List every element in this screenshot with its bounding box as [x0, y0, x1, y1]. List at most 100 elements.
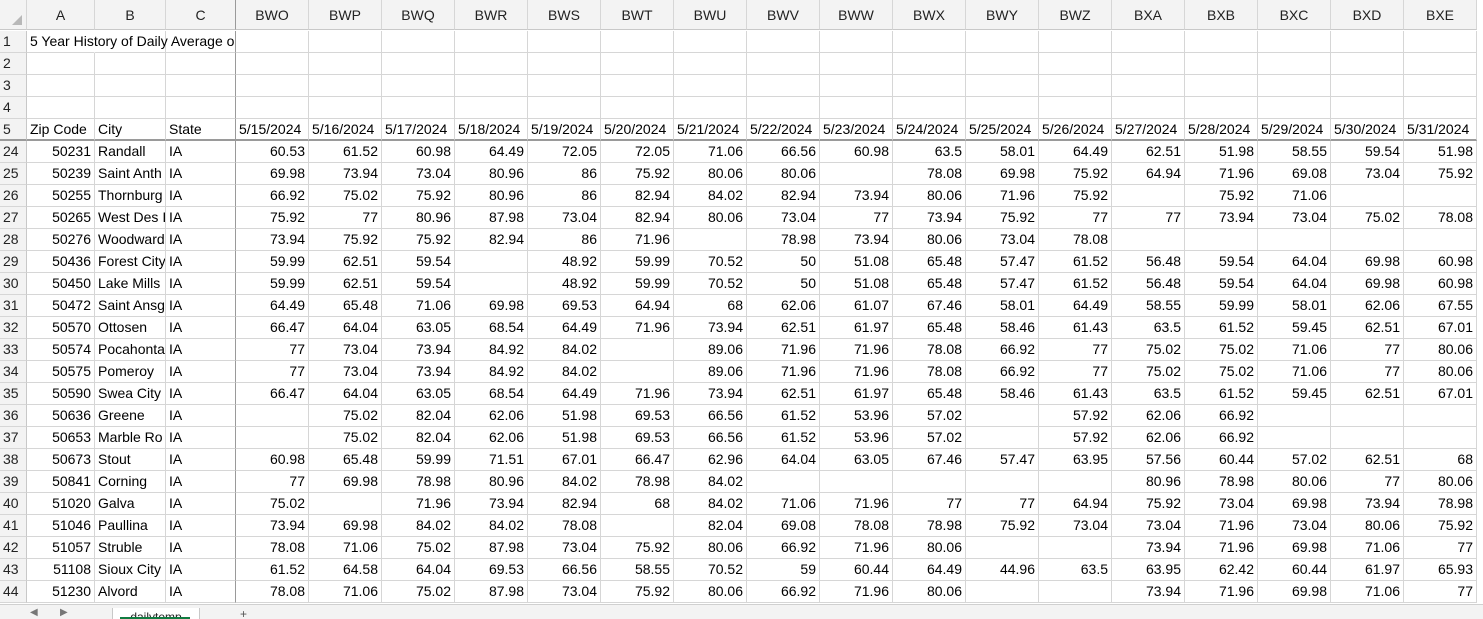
cell-bxa-41[interactable]: 73.04	[1112, 515, 1185, 537]
cell-bwt-3[interactable]	[601, 75, 674, 97]
cell-bww-40[interactable]: 71.96	[820, 493, 893, 515]
cell-bwz-5[interactable]: 5/26/2024	[1039, 119, 1112, 141]
cell-bxe-41[interactable]: 75.92	[1404, 515, 1477, 537]
column-header-bwq[interactable]: BWQ	[382, 0, 455, 30]
cell-bxd-26[interactable]	[1331, 185, 1404, 207]
cell-bxa-34[interactable]: 75.02	[1112, 361, 1185, 383]
cell-bwv-40[interactable]: 71.06	[747, 493, 820, 515]
cell-bws-1[interactable]	[528, 31, 601, 53]
cell-bwz-31[interactable]: 64.49	[1039, 295, 1112, 317]
cell-bww-42[interactable]: 71.96	[820, 537, 893, 559]
cell-bwp-33[interactable]: 73.04	[309, 339, 382, 361]
cell-bwr-3[interactable]	[455, 75, 528, 97]
cell-bwt-41[interactable]	[601, 515, 674, 537]
row-header[interactable]: 4	[0, 97, 27, 119]
cell-bwy-39[interactable]	[966, 471, 1039, 493]
cell-bxa-35[interactable]: 63.5	[1112, 383, 1185, 405]
cell-bwr-26[interactable]: 80.96	[455, 185, 528, 207]
cell-a-28[interactable]: 50276	[27, 229, 95, 251]
cell-bwr-34[interactable]: 84.92	[455, 361, 528, 383]
cell-bwz-25[interactable]: 75.92	[1039, 163, 1112, 185]
cell-bxc-44[interactable]: 69.98	[1258, 581, 1331, 603]
cell-bxb-25[interactable]: 71.96	[1185, 163, 1258, 185]
cell-bxa-29[interactable]: 56.48	[1112, 251, 1185, 273]
tab-scroll-right-icon[interactable]: ▶	[60, 607, 68, 618]
cell-bxc-25[interactable]: 69.08	[1258, 163, 1331, 185]
cell-bwo-33[interactable]: 77	[236, 339, 309, 361]
cell-bwu-40[interactable]: 84.02	[674, 493, 747, 515]
cell-bwv-32[interactable]: 62.51	[747, 317, 820, 339]
cell-bwv-30[interactable]: 50	[747, 273, 820, 295]
cell-bxa-42[interactable]: 73.94	[1112, 537, 1185, 559]
cell-bwx-34[interactable]: 78.08	[893, 361, 966, 383]
cell-bxe-3[interactable]	[1404, 75, 1477, 97]
cell-bws-43[interactable]: 66.56	[528, 559, 601, 581]
cell-c-31[interactable]: IA	[166, 295, 236, 317]
cell-bwv-24[interactable]: 66.56	[747, 141, 820, 163]
cell-bxa-30[interactable]: 56.48	[1112, 273, 1185, 295]
cell-bww-27[interactable]: 77	[820, 207, 893, 229]
cell-bwt-38[interactable]: 66.47	[601, 449, 674, 471]
cell-a-27[interactable]: 50265	[27, 207, 95, 229]
cell-bwt-31[interactable]: 64.94	[601, 295, 674, 317]
cell-bwq-26[interactable]: 75.92	[382, 185, 455, 207]
cell-bws-30[interactable]: 48.92	[528, 273, 601, 295]
cell-bww-4[interactable]	[820, 97, 893, 119]
cell-bwo-4[interactable]	[236, 97, 309, 119]
cell-bxa-1[interactable]	[1112, 31, 1185, 53]
cell-a-41[interactable]: 51046	[27, 515, 95, 537]
column-header-bxd[interactable]: BXD	[1331, 0, 1404, 30]
cell-bwu-26[interactable]: 84.02	[674, 185, 747, 207]
cell-bxc-27[interactable]: 73.04	[1258, 207, 1331, 229]
cell-bwp-5[interactable]: 5/16/2024	[309, 119, 382, 141]
cell-bwv-27[interactable]: 73.04	[747, 207, 820, 229]
cell-c-36[interactable]: IA	[166, 405, 236, 427]
cell-b-39[interactable]: Corning	[95, 471, 166, 493]
cell-bwy-33[interactable]: 66.92	[966, 339, 1039, 361]
cell-bwy-25[interactable]: 69.98	[966, 163, 1039, 185]
cell-bwy-28[interactable]: 73.04	[966, 229, 1039, 251]
cell-bxb-33[interactable]: 75.02	[1185, 339, 1258, 361]
cell-b-38[interactable]: Stout	[95, 449, 166, 471]
cell-bxe-27[interactable]: 78.08	[1404, 207, 1477, 229]
cell-bws-36[interactable]: 51.98	[528, 405, 601, 427]
cell-bxd-42[interactable]: 71.06	[1331, 537, 1404, 559]
cell-bwx-43[interactable]: 64.49	[893, 559, 966, 581]
cell-bww-5[interactable]: 5/23/2024	[820, 119, 893, 141]
row-header[interactable]: 5	[0, 119, 27, 141]
cell-bxe-2[interactable]	[1404, 53, 1477, 75]
cell-bwt-35[interactable]: 71.96	[601, 383, 674, 405]
cell-bwp-24[interactable]: 61.52	[309, 141, 382, 163]
column-header-b[interactable]: B	[95, 0, 166, 30]
cell-b-32[interactable]: Ottosen	[95, 317, 166, 339]
row-header[interactable]: 28	[0, 229, 27, 251]
cell-bwv-43[interactable]: 59	[747, 559, 820, 581]
cell-bwo-32[interactable]: 66.47	[236, 317, 309, 339]
cell-bws-29[interactable]: 48.92	[528, 251, 601, 273]
cell-c-26[interactable]: IA	[166, 185, 236, 207]
cell-bxb-24[interactable]: 51.98	[1185, 141, 1258, 163]
cell-bwp-43[interactable]: 64.58	[309, 559, 382, 581]
cell-c-43[interactable]: IA	[166, 559, 236, 581]
cell-bxa-26[interactable]	[1112, 185, 1185, 207]
cell-b-2[interactable]	[95, 53, 166, 75]
cell-bxd-38[interactable]: 62.51	[1331, 449, 1404, 471]
cell-b-43[interactable]: Sioux City	[95, 559, 166, 581]
cell-bww-43[interactable]: 60.44	[820, 559, 893, 581]
cell-bwp-41[interactable]: 69.98	[309, 515, 382, 537]
cell-bwr-32[interactable]: 68.54	[455, 317, 528, 339]
cell-bwz-29[interactable]: 61.52	[1039, 251, 1112, 273]
cell-bwp-34[interactable]: 73.04	[309, 361, 382, 383]
cell-bwz-24[interactable]: 64.49	[1039, 141, 1112, 163]
cell-bwx-24[interactable]: 63.5	[893, 141, 966, 163]
cell-bxb-42[interactable]: 71.96	[1185, 537, 1258, 559]
row-header[interactable]: 41	[0, 515, 27, 537]
cell-bwz-4[interactable]	[1039, 97, 1112, 119]
cell-bwu-33[interactable]: 89.06	[674, 339, 747, 361]
cell-bwr-43[interactable]: 69.53	[455, 559, 528, 581]
cell-bwr-31[interactable]: 69.98	[455, 295, 528, 317]
cell-bxd-28[interactable]	[1331, 229, 1404, 251]
cell-bxb-36[interactable]: 66.92	[1185, 405, 1258, 427]
tab-scroll-left-icon[interactable]: ◀	[30, 607, 38, 618]
cell-bws-24[interactable]: 72.05	[528, 141, 601, 163]
